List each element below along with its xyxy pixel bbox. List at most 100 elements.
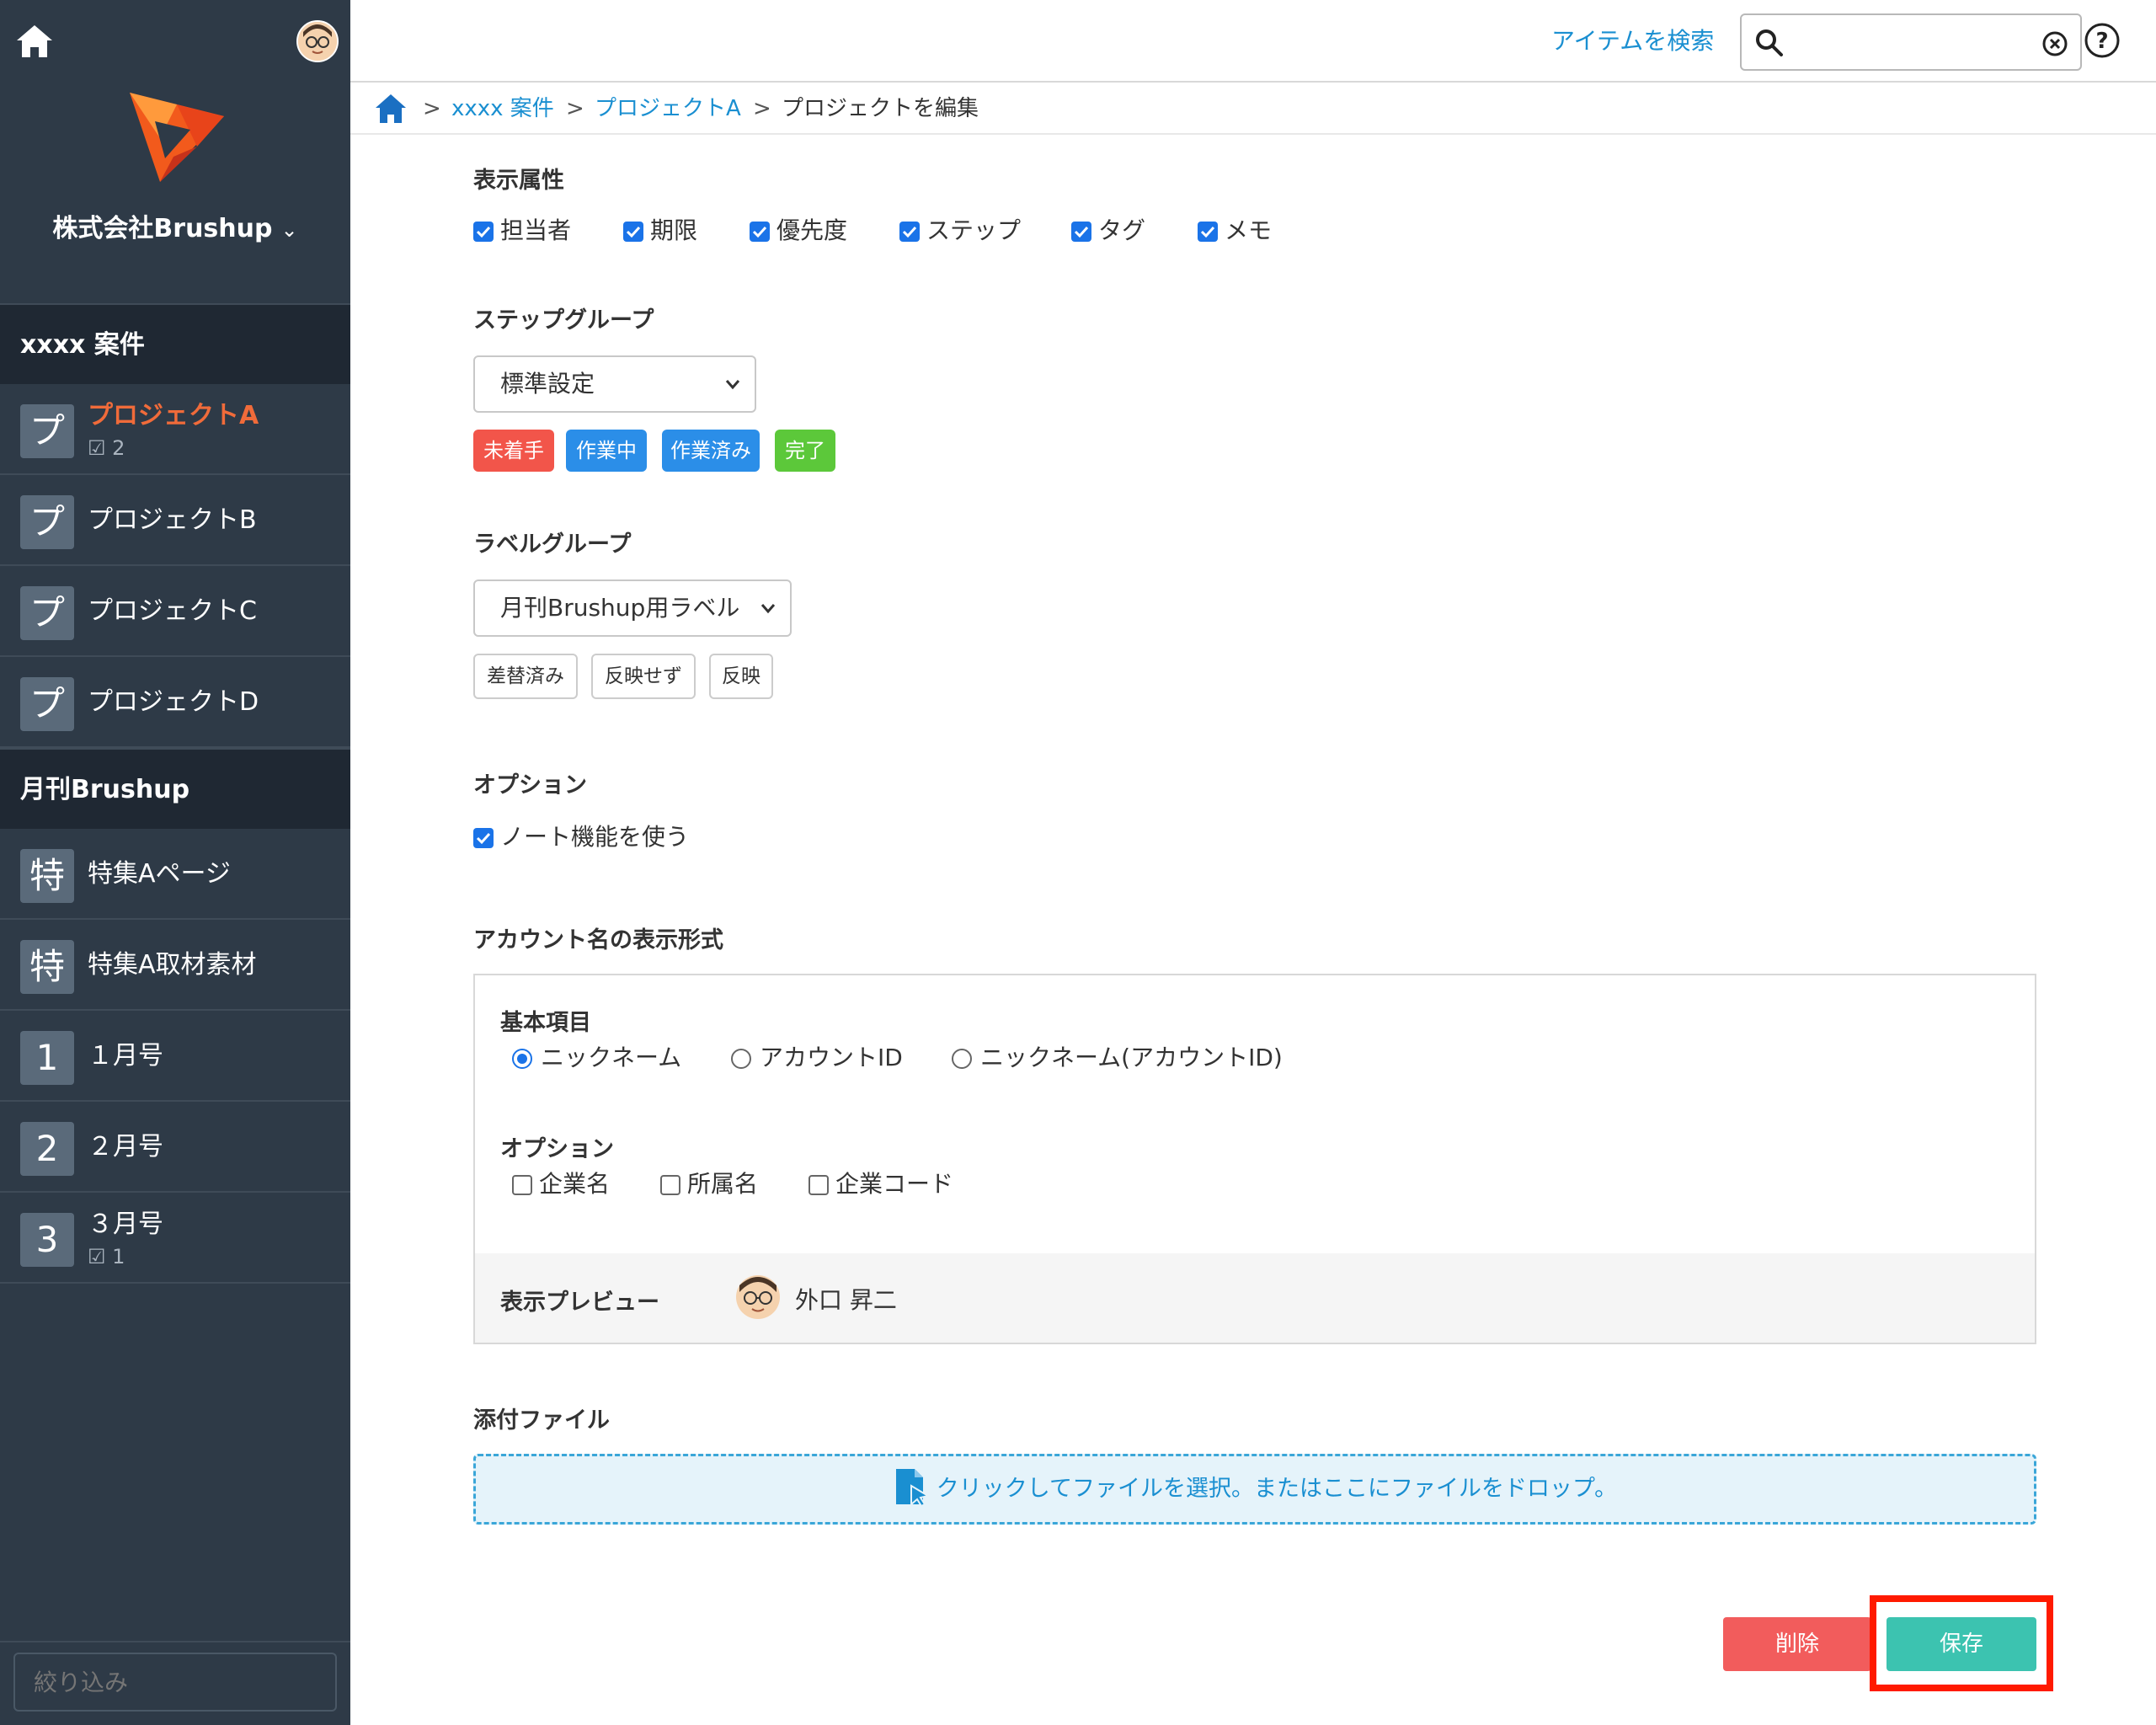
radio-label: アカウントID [760,1044,903,1071]
svg-text:?: ? [2095,29,2108,54]
checkbox-company-name[interactable]: 企業名 [512,1169,610,1199]
account-format-label: アカウント名の表示形式 [473,927,723,953]
radio-unselected-icon [952,1049,972,1069]
project-icon: 1 [20,1031,74,1085]
sidebar-item-project-d[interactable]: プ プロジェクトD [0,657,350,748]
label-group-label: ラベルグループ [473,531,632,558]
task-count-value: 2 [112,436,125,460]
company-name: 株式会社Brushup [52,214,273,243]
sidebar: 株式会社Brushup ⌄ xxxx 案件 プ プロジェクトA ☑ 2 プ プロジ… [0,0,350,1725]
top-header: アイテムを検索 ? [350,0,2156,83]
sidebar-item-label: プロジェクトC [88,596,257,626]
sidebar-item-project-b[interactable]: プ プロジェクトB [0,475,350,566]
clear-icon[interactable] [2041,30,2068,57]
label-group-select[interactable]: 月刊Brushup用ラベル [473,579,792,637]
file-upload-icon [895,1469,931,1508]
checkbox-label: 担当者 [500,216,572,244]
select-value: 標準設定 [500,370,595,398]
save-highlight-annotation [1870,1595,2053,1691]
account-format-panel: 基本項目 ニックネーム アカウントID ニックネーム(アカウントID) オプショ… [473,974,2036,1344]
project-icon: 特 [20,940,74,994]
step-badge: 作業中 [566,430,647,472]
checkbox-note-feature[interactable]: ノート機能を使う [473,822,689,852]
checkbox-label: 企業コード [835,1170,954,1198]
task-count: ☑ 1 [88,1245,125,1268]
sidebar-item-march[interactable]: 3 ３月号 ☑ 1 [0,1193,350,1284]
checkbox-department-name[interactable]: 所属名 [660,1169,758,1199]
checkbox-checked-icon [623,222,643,242]
checkbox-assignee[interactable]: 担当者 [473,216,571,246]
user-avatar[interactable] [296,20,339,62]
item-search-link[interactable]: アイテムを検索 [1551,0,1714,83]
display-preview: 表示プレビュー 外口 昇二 [475,1253,2035,1343]
search-icon [1756,29,1783,56]
divider [0,1641,350,1642]
step-group-label: ステップグループ [473,307,654,334]
home-icon[interactable] [15,24,54,59]
delete-button[interactable]: 削除 [1723,1617,1871,1671]
checkbox-priority[interactable]: 優先度 [750,216,847,246]
step-badge: 作業済み [662,430,760,472]
checkbox-memo[interactable]: メモ [1198,216,1272,246]
checkbox-unchecked-icon [808,1175,829,1195]
checkbox-unchecked-icon [660,1175,680,1195]
radio-nickname[interactable]: ニックネーム [512,1043,681,1073]
radio-label: ニックネーム(アカウントID) [980,1044,1283,1071]
checkbox-checked-icon [750,222,770,242]
drop-zone-text: クリックしてファイルを選択。またはここにファイルをドロップ。 [936,1476,1618,1502]
section-header[interactable]: 月刊Brushup [0,748,350,829]
sidebar-item-project-a[interactable]: プ プロジェクトA ☑ 2 [0,384,350,475]
radio-label: ニックネーム [541,1044,682,1071]
project-icon: プ [20,495,74,549]
label-badge: 反映 [709,654,773,699]
checkbox-label: ノート機能を使う [500,823,690,851]
sidebar-item-label: 特集Aページ [88,859,231,889]
sidebar-item-february[interactable]: 2 ２月号 [0,1102,350,1193]
help-icon[interactable]: ? [2084,22,2121,59]
checkbox-step[interactable]: ステップ [899,216,1021,246]
task-count: ☑ 2 [88,436,125,460]
section-header[interactable]: xxxx 案件 [0,303,350,384]
checkbox-company-code[interactable]: 企業コード [808,1169,953,1199]
sidebar-item-project-c[interactable]: プ プロジェクトC [0,566,350,657]
sidebar-item-label: プロジェクトA [88,401,259,430]
checkbox-tag[interactable]: タグ [1071,216,1145,246]
checkbox-label: ステップ [926,216,1022,244]
radio-nickname-with-id[interactable]: ニックネーム(アカウントID) [952,1043,1283,1073]
file-drop-zone[interactable]: クリックしてファイルを選択。またはここにファイルをドロップ。 [473,1454,2036,1525]
task-count-value: 1 [112,1245,125,1268]
search-input[interactable] [1740,13,2082,71]
task-check-icon: ☑ [88,436,106,460]
breadcrumb: > xxxx 案件 > プロジェクトA > プロジェクトを編集 [350,84,2156,135]
breadcrumb-link[interactable]: xxxx 案件 [451,84,554,133]
checkbox-checked-icon [473,828,494,848]
sidebar-item-feature-a[interactable]: 特 特集Aページ [0,829,350,920]
sidebar-item-label: プロジェクトD [88,687,259,717]
sidebar-item-label: ２月号 [88,1132,163,1162]
chevron-down-icon: ⌄ [280,218,298,242]
radio-account-id[interactable]: アカウントID [731,1043,903,1073]
sidebar-item-label: ３月号 [88,1210,163,1239]
basic-items-label: 基本項目 [500,1010,591,1036]
home-icon[interactable] [374,93,408,125]
breadcrumb-separator: > [753,96,771,121]
checkbox-label: 所属名 [687,1170,759,1198]
radio-unselected-icon [731,1049,751,1069]
select-value: 月刊Brushup用ラベル [500,594,740,622]
checkbox-checked-icon [1071,222,1091,242]
step-badge: 完了 [775,430,835,472]
breadcrumb-link[interactable]: プロジェクトA [595,84,741,133]
step-group-select[interactable]: 標準設定 [473,355,756,413]
sidebar-item-january[interactable]: 1 １月号 [0,1011,350,1102]
company-switcher[interactable]: 株式会社Brushup ⌄ [0,207,350,244]
filter-input[interactable] [13,1653,337,1712]
sidebar-item-label: プロジェクトB [88,505,257,535]
sidebar-item-feature-a-material[interactable]: 特 特集A取材素材 [0,920,350,1011]
checkbox-label: メモ [1225,216,1273,244]
checkbox-checked-icon [899,222,920,242]
project-icon: 特 [20,849,74,903]
breadcrumb-current: プロジェクトを編集 [782,96,979,121]
task-check-icon: ☑ [88,1245,106,1268]
chevron-down-icon [760,604,776,614]
checkbox-deadline[interactable]: 期限 [623,216,697,246]
